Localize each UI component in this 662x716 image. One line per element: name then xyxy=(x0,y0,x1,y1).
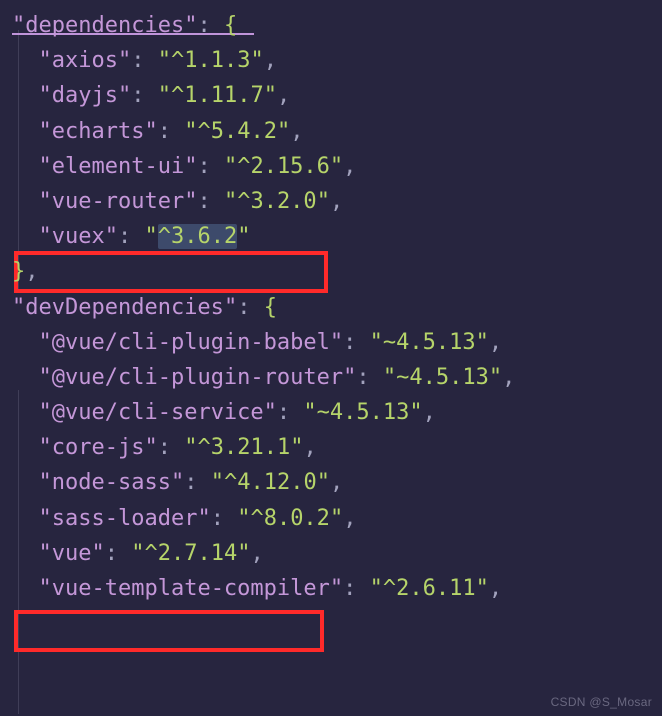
highlight-box-vue xyxy=(14,610,324,652)
code-line: "echarts": "^5.4.2", xyxy=(12,114,650,149)
devdep-key: @vue/cli-plugin-babel xyxy=(52,330,330,355)
devdep-key: sass-loader xyxy=(52,506,198,531)
dep-value: ^5.4.2 xyxy=(197,119,276,144)
watermark: CSDN @S_Mosar xyxy=(551,693,652,712)
devdep-value: ^3.21.1 xyxy=(197,435,290,460)
devdep-key: @vue/cli-service xyxy=(52,400,264,425)
code-line: }, xyxy=(12,254,650,289)
devdep-value: ~4.5.13 xyxy=(317,400,410,425)
devdep-value: ^4.12.0 xyxy=(224,470,317,495)
devdep-value: ~4.5.13 xyxy=(383,330,476,355)
code-line: "vue-router": "^3.2.0", xyxy=(12,184,650,219)
dep-key: vue-router xyxy=(52,189,184,214)
dep-value: ^3.6.2 xyxy=(158,224,237,249)
section-key: dependencies xyxy=(25,13,184,38)
code-line: "element-ui": "^2.15.6", xyxy=(12,149,650,184)
dep-value: ^1.1.3 xyxy=(171,48,250,73)
code-line: "vue": "^2.7.14", xyxy=(12,536,650,571)
code-line: "@vue/cli-plugin-router": "~4.5.13", xyxy=(12,360,650,395)
dep-value: ^1.11.7 xyxy=(171,83,264,108)
devdep-key: vue xyxy=(52,541,92,566)
dep-key: axios xyxy=(52,48,118,73)
code-line: "vuex": "^3.6.2" xyxy=(12,219,650,254)
code-line: "vue-template-compiler": "^2.6.11", xyxy=(12,571,650,606)
devdep-value: ^2.6.11 xyxy=(383,576,476,601)
code-block: "dependencies": { "axios": "^1.1.3", "da… xyxy=(12,8,650,606)
dep-key: dayjs xyxy=(52,83,118,108)
code-line: "devDependencies": { xyxy=(12,290,650,325)
code-line: "dayjs": "^1.11.7", xyxy=(12,78,650,113)
section-key: devDependencies xyxy=(25,295,224,320)
devdep-key: vue-template-compiler xyxy=(52,576,330,601)
devdep-key: node-sass xyxy=(52,470,171,495)
code-line: "dependencies": { xyxy=(12,8,650,43)
code-line: "sass-loader": "^8.0.2", xyxy=(12,501,650,536)
code-line: "core-js": "^3.21.1", xyxy=(12,430,650,465)
code-line: "@vue/cli-service": "~4.5.13", xyxy=(12,395,650,430)
dep-key: echarts xyxy=(52,119,145,144)
dep-value: ^2.15.6 xyxy=(237,154,330,179)
devdep-key: @vue/cli-plugin-router xyxy=(52,365,343,390)
code-line: "@vue/cli-plugin-babel": "~4.5.13", xyxy=(12,325,650,360)
dep-value: ^3.2.0 xyxy=(237,189,316,214)
devdep-value: ~4.5.13 xyxy=(396,365,489,390)
devdep-value: ^2.7.14 xyxy=(145,541,238,566)
code-line: "axios": "^1.1.3", xyxy=(12,43,650,78)
dep-key: vuex xyxy=(52,224,105,249)
code-line: "node-sass": "^4.12.0", xyxy=(12,465,650,500)
dep-key: element-ui xyxy=(52,154,184,179)
devdep-value: ^8.0.2 xyxy=(250,506,329,531)
devdep-key: core-js xyxy=(52,435,145,460)
